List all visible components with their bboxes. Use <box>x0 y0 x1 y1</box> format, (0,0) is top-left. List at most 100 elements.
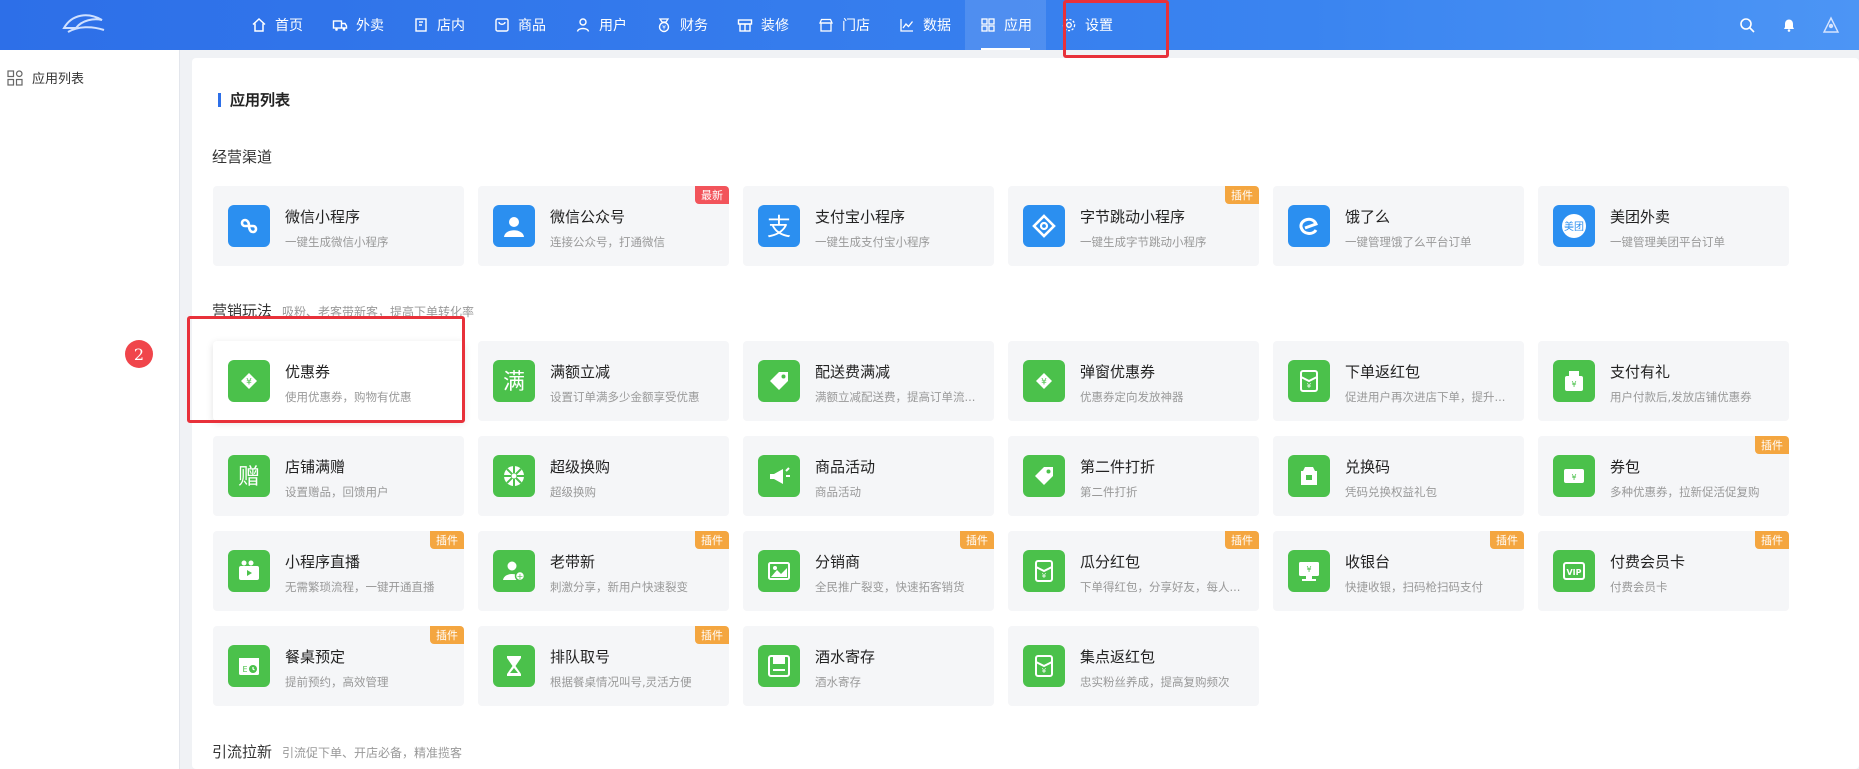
card-title: 支付有礼 <box>1610 363 1671 381</box>
card-description: 商品活动 <box>815 485 861 499</box>
marketing-card[interactable]: 商品活动 商品活动 <box>743 436 994 516</box>
card-title: 美团外卖 <box>1610 208 1671 226</box>
svg-text:支: 支 <box>767 213 791 241</box>
card-description: 促进用户再次进店下单，提升... <box>1345 390 1506 404</box>
card-title: 弹窗优惠券 <box>1080 363 1156 381</box>
channels-card[interactable]: 字节跳动小程序 一键生成字节跳动小程序 插件 <box>1008 186 1259 266</box>
nav-item-label: 应用 <box>1004 18 1032 34</box>
svg-text:¥: ¥ <box>1042 667 1047 675</box>
section-title-text: 营销玩法 <box>212 302 273 320</box>
coupon-pack-icon: ¥ <box>1553 455 1595 497</box>
card-description: 根据餐桌情况叫号,灵活方便 <box>550 675 692 689</box>
marketing-card[interactable]: 小程序直播 无需繁琐流程，一键开通直播 插件 <box>213 531 464 611</box>
channels-card[interactable]: 支 支付宝小程序 一键生成支付宝小程序 <box>743 186 994 266</box>
marketing-card[interactable]: ¥ 支付有礼 用户付款后,发放店铺优惠券 <box>1538 341 1789 421</box>
nav-item-3[interactable]: 商品 <box>479 0 560 50</box>
points-packet-icon: ¥ <box>1023 645 1065 687</box>
card-tag-badge: 插件 <box>1755 436 1789 454</box>
card-title: 微信公众号 <box>550 208 626 226</box>
user-icon <box>574 16 592 34</box>
channels-card[interactable]: 微信小程序 一键生成微信小程序 <box>213 186 464 266</box>
marketing-card[interactable]: 满 满额立减 设置订单满多少金额享受优惠 <box>478 341 729 421</box>
card-tag-badge: 插件 <box>695 531 729 549</box>
nav-item-label: 数据 <box>923 18 951 34</box>
card-title: 下单返红包 <box>1345 363 1421 381</box>
card-description: 设置订单满多少金额享受优惠 <box>550 390 700 404</box>
marketing-card[interactable]: 排队取号 根据餐桌情况叫号,灵活方便 插件 <box>478 626 729 706</box>
pay-gift-icon: ¥ <box>1553 360 1595 402</box>
marketing-card[interactable]: ¥ 收银台 快捷收银，扫码枪扫码支付 插件 <box>1273 531 1524 611</box>
card-title: 超级换购 <box>550 458 611 476</box>
nav-item-10[interactable]: 设置 <box>1046 0 1127 50</box>
marketing-card[interactable]: ¥ 券包 多种优惠券，拉新促活促复购 插件 <box>1538 436 1789 516</box>
nav-item-label: 外卖 <box>356 18 384 34</box>
card-description: 一键生成支付宝小程序 <box>815 235 930 249</box>
wechat-official-icon <box>493 205 535 247</box>
marketing-card[interactable]: + 老带新 刺激分享，新用户快速裂变 插件 <box>478 531 729 611</box>
marketing-card[interactable]: 赠 店铺满赠 设置赠品，回馈用户 <box>213 436 464 516</box>
svg-text:¥: ¥ <box>1571 473 1576 482</box>
card-tag-badge: 插件 <box>960 531 994 549</box>
nav-item-label: 门店 <box>842 18 870 34</box>
store-in-icon <box>412 16 430 34</box>
finance-icon: ¥ <box>655 16 673 34</box>
exchange-wheel-icon <box>493 455 535 497</box>
goods-icon <box>493 16 511 34</box>
nav-item-7[interactable]: 门店 <box>803 0 884 50</box>
card-tag-badge: 插件 <box>1490 531 1524 549</box>
marketing-card[interactable]: 兑换码 凭码兑换权益礼包 <box>1273 436 1524 516</box>
section-title-text: 经营渠道 <box>212 148 273 166</box>
marketing-card[interactable]: ¥ 集点返红包 忠实粉丝养成，提高复购频次 <box>1008 626 1259 706</box>
card-title: 排队取号 <box>550 648 611 666</box>
avatar[interactable] <box>1821 15 1841 35</box>
nav-item-0[interactable]: 首页 <box>236 0 317 50</box>
card-description: 连接公众号，打通微信 <box>550 235 665 249</box>
nav-item-4[interactable]: 用户 <box>560 0 641 50</box>
card-description: 一键管理美团平台订单 <box>1610 235 1725 249</box>
card-description: 提前预约，高效管理 <box>285 675 389 689</box>
marketing-card[interactable]: ¥ 弹窗优惠券 优惠券定向发放神器 <box>1008 341 1259 421</box>
marketing-card[interactable]: 配送费满减满额立减配送费，提高订单流... <box>743 341 994 421</box>
channels-card[interactable]: 微信公众号连接公众号，打通微信 最新 <box>478 186 729 266</box>
marketing-card[interactable]: 超级换购 超级换购 <box>478 436 729 516</box>
card-tag-badge: 插件 <box>430 626 464 644</box>
nav-item-9[interactable]: 应用 <box>965 0 1046 50</box>
nav-item-label: 商品 <box>518 18 546 34</box>
nav-item-6[interactable]: 装修 <box>722 0 803 50</box>
marketing-card[interactable]: 分销商 全民推广裂变，快速拓客销货 插件 <box>743 531 994 611</box>
card-title: 配送费满减 <box>815 363 891 381</box>
top-navbar: 首页 外卖 店内 商品 用户 ¥ 财务 装修 门店 数据 应用 设置 <box>0 0 1859 50</box>
card-title: 餐桌预定 <box>285 648 346 666</box>
svg-text:+: + <box>517 572 524 581</box>
marketing-card[interactable]: 酒水寄存 酒水寄存 <box>743 626 994 706</box>
brand-logo[interactable] <box>58 8 110 40</box>
card-description: 刺激分享，新用户快速裂变 <box>550 580 688 594</box>
card-tag-badge: 最新 <box>695 186 729 204</box>
marketing-card[interactable]: ¥ 下单返红包 促进用户再次进店下单，提升... <box>1273 341 1524 421</box>
search-icon[interactable] <box>1737 15 1757 35</box>
main-nav: 首页 外卖 店内 商品 用户 ¥ 财务 装修 门店 数据 应用 设置 <box>236 0 1127 50</box>
bell-icon[interactable] <box>1779 15 1799 35</box>
marketing-card[interactable]: ¥ 优惠券 使用优惠券，购物有优惠 <box>213 341 464 421</box>
svg-text:¥: ¥ <box>1041 378 1047 388</box>
svg-text:赠: 赠 <box>238 465 260 490</box>
nav-item-8[interactable]: 数据 <box>884 0 965 50</box>
sidebar-item-app-list[interactable]: 应用列表 <box>7 68 84 87</box>
gear-icon <box>1060 16 1078 34</box>
marketing-card[interactable]: 第二件打折 第二件打折 <box>1008 436 1259 516</box>
gift-icon: 赠 <box>228 455 270 497</box>
nav-item-5[interactable]: ¥ 财务 <box>641 0 722 50</box>
card-description: 满额立减配送费，提高订单流... <box>815 390 976 404</box>
card-title: 券包 <box>1610 458 1641 476</box>
mini-program-icon <box>228 205 270 247</box>
nav-item-1[interactable]: 外卖 <box>317 0 398 50</box>
marketing-card[interactable]: VIP 付费会员卡 付费会员卡 插件 <box>1538 531 1789 611</box>
marketing-card[interactable]: E 餐桌预定 提前预约，高效管理 插件 <box>213 626 464 706</box>
card-description: 使用优惠券，购物有优惠 <box>285 390 412 404</box>
split-packet-icon: ¥ <box>1023 550 1065 592</box>
nav-item-2[interactable]: 店内 <box>398 0 479 50</box>
card-title: 微信小程序 <box>285 208 361 226</box>
channels-card[interactable]: 饿了么 一键管理饿了么平台订单 <box>1273 186 1524 266</box>
marketing-card[interactable]: ¥ 瓜分红包 下单得红包，分享好友，每人... 插件 <box>1008 531 1259 611</box>
channels-card[interactable]: 美团 美团外卖 一键管理美团平台订单 <box>1538 186 1789 266</box>
